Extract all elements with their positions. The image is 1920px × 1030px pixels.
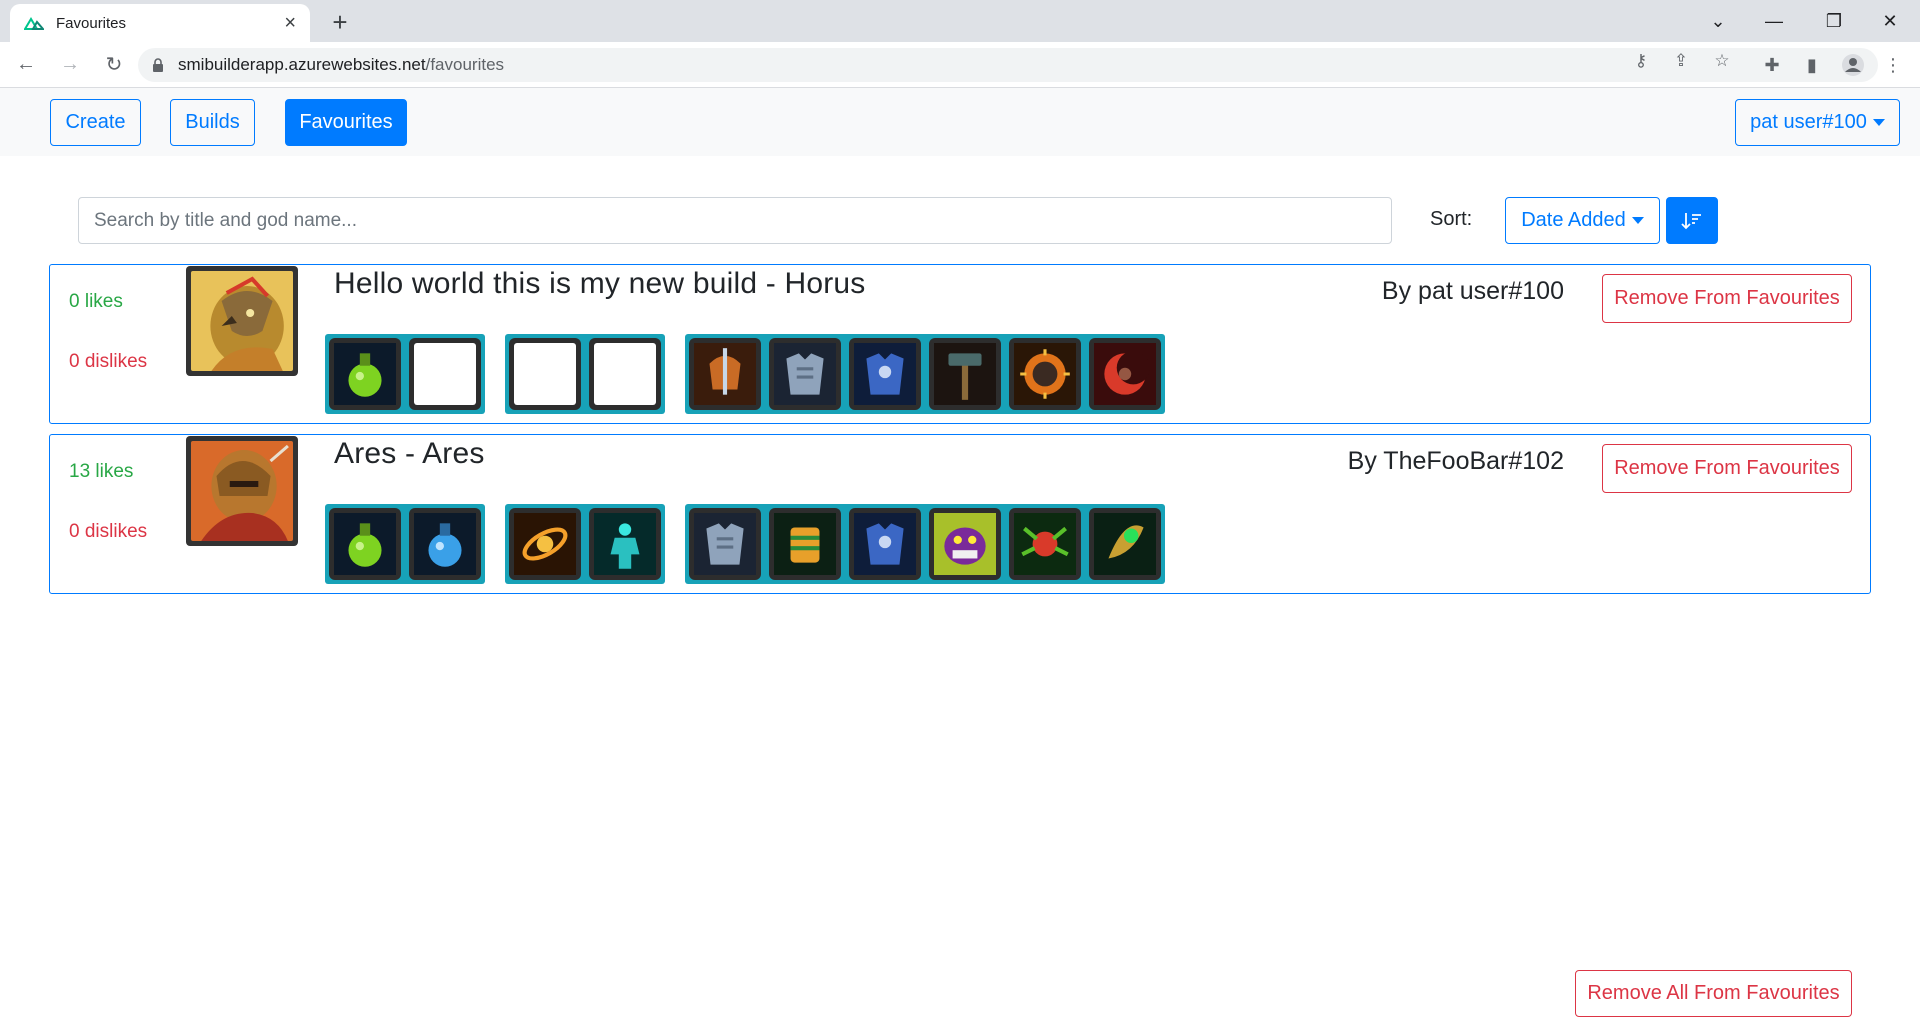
sword-armor-icon[interactable]: [689, 338, 761, 410]
sort-direction-button[interactable]: [1666, 197, 1718, 244]
user-menu-button[interactable]: pat user#100: [1735, 99, 1900, 146]
orange-orbit-relic-icon[interactable]: [509, 508, 581, 580]
green-gem-icon[interactable]: [1089, 508, 1161, 580]
green-potion-icon[interactable]: [329, 338, 401, 410]
build-author[interactable]: By pat user#100: [1382, 277, 1564, 306]
app-navbar: Create Builds Favourites pat user#100: [0, 88, 1920, 156]
extensions-icon[interactable]: ✚: [1757, 50, 1787, 80]
chest-armor-icon[interactable]: [769, 338, 841, 410]
consumables-group: [325, 504, 485, 584]
chevron-down-icon: [1631, 217, 1644, 224]
likes-count[interactable]: 0 likes: [69, 291, 123, 313]
green-gauntlet-icon[interactable]: [769, 508, 841, 580]
build-card: 0 likes 0 dislikes Hello world this is m…: [49, 264, 1871, 424]
green-spider-icon[interactable]: [1009, 508, 1081, 580]
sort-dropdown[interactable]: Date Added: [1505, 197, 1660, 244]
empty-slot[interactable]: [589, 338, 661, 410]
search-input[interactable]: [78, 197, 1392, 244]
green-potion-icon[interactable]: [329, 508, 401, 580]
url-host: smibuilderapp.azurewebsites.net: [178, 55, 426, 74]
kebab-menu-icon[interactable]: ⋮: [1878, 50, 1908, 80]
build-title[interactable]: Hello world this is my new build - Horus: [334, 267, 866, 301]
blue-potion-icon[interactable]: [409, 508, 481, 580]
builds-button[interactable]: Builds: [170, 99, 255, 146]
spiked-mace-icon[interactable]: [1009, 338, 1081, 410]
tab-search-icon[interactable]: ⌄: [1690, 0, 1746, 42]
nuxt-favicon-icon: [24, 17, 44, 30]
tab-close-icon[interactable]: ×: [284, 13, 296, 33]
empty-slot[interactable]: [409, 338, 481, 410]
blue-armor-icon[interactable]: [849, 338, 921, 410]
remove-all-from-favourites-button[interactable]: Remove All From Favourites: [1575, 970, 1852, 1017]
horus-portrait[interactable]: [186, 266, 298, 376]
cyan-body-relic-icon[interactable]: [589, 508, 661, 580]
build-title[interactable]: Ares - Ares: [334, 437, 485, 471]
side-panel-icon[interactable]: ▮: [1797, 50, 1827, 80]
restore-icon[interactable]: ❐: [1806, 0, 1862, 42]
chevron-down-icon: [1872, 119, 1885, 126]
address-bar[interactable]: smibuilderapp.azurewebsites.net/favourit…: [138, 48, 1878, 82]
sort-descending-icon: [1681, 212, 1701, 229]
blue-armor-icon[interactable]: [849, 508, 921, 580]
items-group: [685, 334, 1165, 414]
items-group: [685, 504, 1165, 584]
close-window-icon[interactable]: ✕: [1862, 0, 1918, 42]
hammer-icon[interactable]: [929, 338, 1001, 410]
ares-portrait[interactable]: [186, 436, 298, 546]
back-icon[interactable]: ←: [8, 47, 44, 83]
likes-count[interactable]: 13 likes: [69, 461, 133, 483]
build-author[interactable]: By TheFooBar#102: [1348, 447, 1564, 476]
remove-from-favourites-button[interactable]: Remove From Favourites: [1602, 274, 1852, 323]
chest-armor-icon[interactable]: [689, 508, 761, 580]
favourites-button[interactable]: Favourites: [285, 99, 407, 146]
lock-icon: [153, 58, 163, 72]
empty-slot[interactable]: [509, 338, 581, 410]
reload-icon[interactable]: ↻: [96, 47, 132, 83]
share-icon[interactable]: ⇪: [1670, 50, 1692, 72]
create-button[interactable]: Create: [50, 99, 141, 146]
build-card: 13 likes 0 dislikes Ares - Ares By TheFo…: [49, 434, 1871, 594]
bookmark-star-icon[interactable]: ☆: [1711, 50, 1733, 72]
dislikes-count[interactable]: 0 dislikes: [69, 351, 147, 373]
sort-label: Sort:: [1430, 208, 1473, 230]
purple-monster-icon[interactable]: [929, 508, 1001, 580]
new-tab-icon[interactable]: +: [326, 7, 354, 37]
browser-toolbar: ← → ↻ smibuilderapp.azurewebsites.net/fa…: [0, 42, 1920, 88]
browser-tab[interactable]: Favourites ×: [10, 4, 310, 42]
relics-group: [505, 334, 665, 414]
dislikes-count[interactable]: 0 dislikes: [69, 521, 147, 543]
remove-from-favourites-button[interactable]: Remove From Favourites: [1602, 444, 1852, 493]
key-icon[interactable]: ⚷: [1630, 50, 1652, 72]
forward-icon[interactable]: →: [52, 47, 88, 83]
url-path: /favourites: [425, 55, 505, 74]
red-moon-icon[interactable]: [1089, 338, 1161, 410]
sort-selected-label: Date Added: [1521, 209, 1626, 231]
tab-title: Favourites: [56, 14, 127, 32]
minimize-icon[interactable]: —: [1746, 0, 1802, 42]
user-menu-label: pat user#100: [1750, 111, 1867, 133]
browser-tab-strip: Favourites × + ⌄ — ❐ ✕: [0, 0, 1920, 42]
consumables-group: [325, 334, 485, 414]
relics-group: [505, 504, 665, 584]
profile-avatar-icon[interactable]: [1838, 50, 1868, 80]
